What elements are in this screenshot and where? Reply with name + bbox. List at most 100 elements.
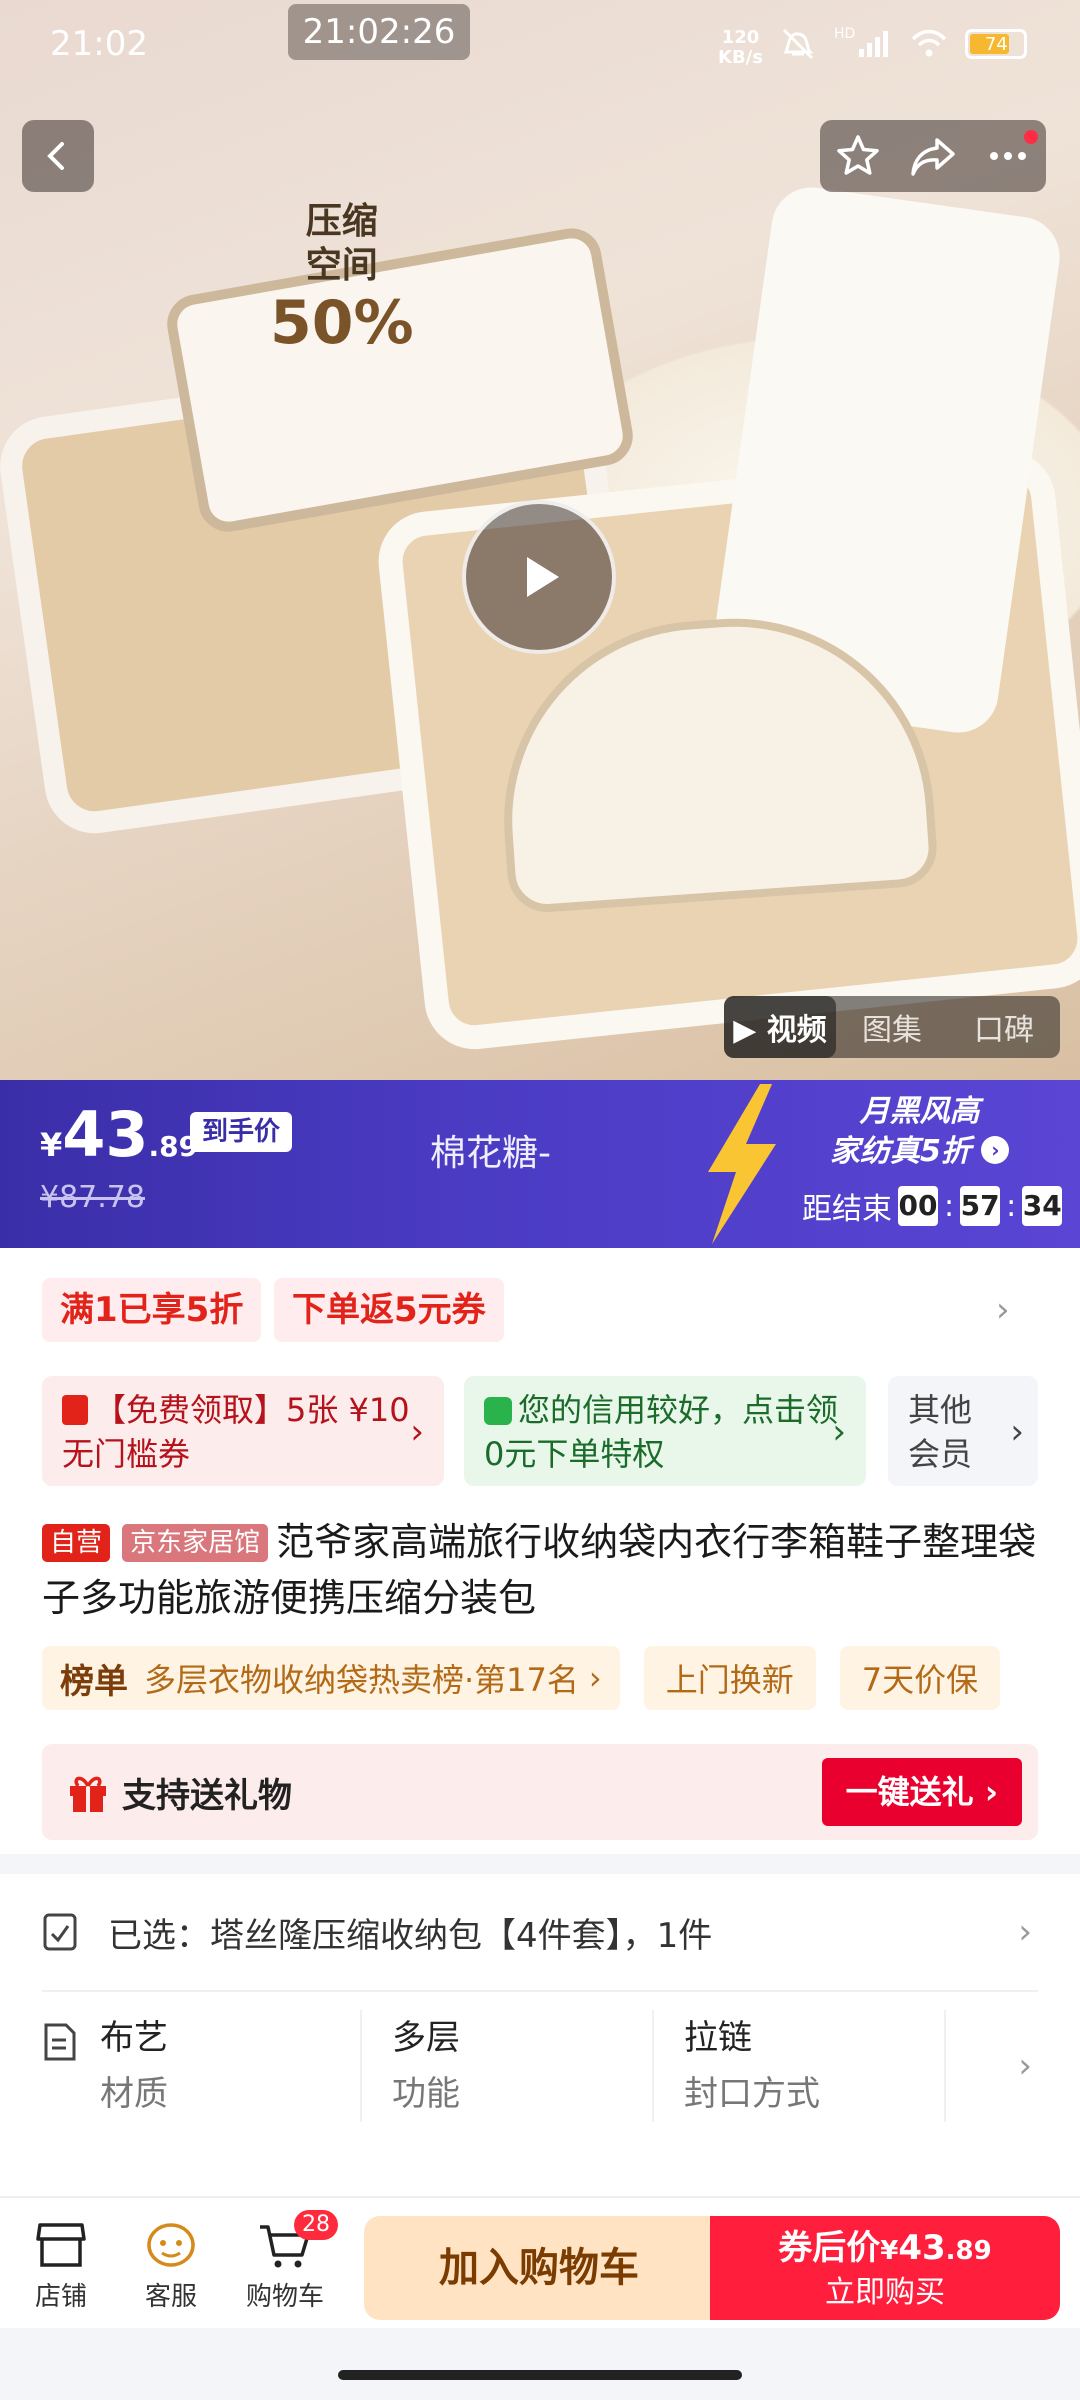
product-page: 压缩 空间 50% ▶ 视频 图集 口碑 21:02 21:02:26 120 … (0, 0, 1080, 2400)
buy-price-int: 43 (898, 2228, 946, 2268)
spec-key: 封口方式 (684, 2074, 820, 2114)
countdown: 距结束 00 : 57 : 34 (802, 1184, 1063, 1228)
cart-button[interactable]: 28 购物车 (240, 2210, 338, 2313)
hd-label: HD (834, 26, 856, 42)
spec-key: 功能 (392, 2074, 460, 2114)
checklist-icon (43, 1913, 77, 1951)
price-banner[interactable]: ¥43.89 到手价 ¥87.78 棉花糖- 月黑风高 家纺真5折 › 距结束 … (0, 1080, 1080, 1248)
document-icon (44, 2023, 76, 2061)
promo-slogan[interactable]: 月黑风高 家纺真5折 › (830, 1092, 1010, 1172)
play-icon (527, 557, 559, 597)
credit-privilege-card[interactable]: 您的信用较好，点击领0元下单特权 › (464, 1376, 866, 1486)
store-icon (36, 2223, 86, 2267)
discount-chip[interactable]: 满1已享5折 (42, 1278, 262, 1342)
gift-row[interactable]: 支持送礼物 一键送礼 › (42, 1744, 1038, 1840)
promo-line1: 月黑风高 (859, 1094, 980, 1129)
store-tag[interactable]: 京东家居馆 (122, 1524, 269, 1562)
play-video-button[interactable] (462, 500, 616, 654)
price-tag: 到手价 (190, 1112, 293, 1152)
battery-icon: 74 (965, 29, 1028, 59)
add-to-cart-button[interactable]: 加入购物车 (364, 2216, 714, 2320)
net-speed: 120 KB/s (718, 28, 763, 68)
wifi-icon (912, 29, 947, 57)
send-gift-button[interactable]: 一键送礼 › (821, 1758, 1022, 1826)
chevron-right-circle-icon: › (981, 1136, 1010, 1164)
ranking-text: 多层衣物收纳袋热卖榜·第17名 (144, 1661, 579, 1699)
service-button[interactable]: 客服 (126, 2216, 216, 2313)
free-coupon-card[interactable]: 【免费领取】5张 ¥10无门槛券 › (42, 1376, 444, 1486)
chevron-right-icon[interactable]: › (996, 1290, 1010, 1330)
chevron-right-icon: › (588, 1659, 602, 1697)
star-icon[interactable] (834, 132, 882, 180)
rank-row: 榜单 多层衣物收纳袋热卖榜·第17名 › 上门换新 7天价保 (42, 1646, 1001, 1710)
promo-line2-wrap: 家纺真5折 › (830, 1132, 1010, 1172)
selection-section: 已选：塔丝隆压缩收纳包【4件套】，1件 › 布艺 材质 多层 功能 拉链 封口方… (0, 1874, 1080, 2200)
countdown-sep: : (944, 1188, 955, 1224)
product-hero-image[interactable]: 压缩 空间 50% ▶ 视频 图集 口碑 (0, 0, 1080, 1080)
battery-percent: 74 (984, 33, 1008, 55)
countdown-minutes: 57 (960, 1186, 1001, 1226)
coupon-return-chip[interactable]: 下单返5元券 (274, 1278, 504, 1342)
send-gift-label: 一键送礼 (845, 1773, 974, 1811)
spec-closure: 拉链 封口方式 (654, 2010, 946, 2122)
price-currency: ¥ (40, 1126, 63, 1164)
mute-icon (782, 28, 814, 60)
home-exchange-pill[interactable]: 上门换新 (643, 1646, 816, 1710)
product-title-row: 自营 京东家居馆 范爷家高端旅行收纳袋内衣行李箱鞋子整理袋子多功能旅游便携压缩分装… (42, 1514, 1042, 1626)
spec-key: 材质 (100, 2074, 168, 2114)
chevron-right-icon: › (1018, 2046, 1032, 2086)
gift-icon (70, 1776, 106, 1812)
status-clock: 21:02:26 (288, 4, 470, 60)
tab-video[interactable]: ▶ 视频 (724, 996, 836, 1058)
countdown-hours: 00 (898, 1186, 938, 1226)
tab-gallery[interactable]: 图集 (836, 996, 948, 1058)
price-integer: 43 (62, 1098, 149, 1171)
status-time: 21:02 (50, 24, 148, 64)
coupon-icon (62, 1395, 88, 1425)
top-actions (820, 120, 1046, 192)
back-button[interactable] (22, 120, 94, 192)
price-protect-pill[interactable]: 7天价保 (839, 1646, 1001, 1710)
status-bar: 21:02 21:02:26 120 KB/s HD 74 (0, 0, 1080, 90)
cart-label: 购物车 (245, 2282, 324, 2312)
home-indicator[interactable] (338, 2370, 742, 2380)
credit-privilege-text: 您的信用较好，点击领0元下单特权 (484, 1391, 839, 1473)
buy-now-button[interactable]: 券后价¥43.89 立即购买 (710, 2216, 1060, 2320)
lightning-icon (708, 1084, 776, 1244)
badge-percent: 50% (270, 288, 414, 358)
original-price: ¥87.78 (40, 1180, 145, 1215)
net-speed-value: 120 (721, 27, 760, 48)
selected-variant-row[interactable]: 已选：塔丝隆压缩收纳包【4件套】，1件 › (42, 1874, 1038, 1992)
buy-currency: ¥ (880, 2236, 899, 2266)
status-icons: HD 74 (778, 26, 1028, 62)
signal-icon (859, 31, 889, 57)
countdown-label: 距结束 (802, 1192, 892, 1227)
tab-reviews[interactable]: 口碑 (948, 996, 1060, 1058)
other-member-card[interactable]: 其他会员 › (888, 1376, 1038, 1486)
chevron-right-icon: › (984, 1773, 998, 1811)
spec-value: 拉链 (684, 2018, 752, 2058)
store-button[interactable]: 店铺 (16, 2216, 106, 2313)
bag-icon (484, 1397, 512, 1425)
cart-count-badge: 28 (294, 2210, 338, 2240)
selected-variant-text: 已选：塔丝隆压缩收纳包【4件套】，1件 (108, 1915, 713, 1956)
free-coupon-text: 【免费领取】5张 ¥10无门槛券 (62, 1391, 410, 1473)
countdown-sep: : (1006, 1188, 1017, 1224)
service-label: 客服 (144, 2282, 197, 2312)
final-price: ¥43.89 (40, 1098, 198, 1171)
spec-row[interactable]: 布艺 材质 多层 功能 拉链 封口方式 › (42, 1998, 1038, 2134)
promo-line2: 家纺真5折 (830, 1134, 971, 1169)
self-operated-tag: 自营 (42, 1524, 111, 1562)
product-info-card: 满1已享5折 下单返5元券 › 【免费领取】5张 ¥10无门槛券 › 您的信用较… (0, 1248, 1080, 1854)
other-member-text: 其他会员 (908, 1391, 973, 1473)
spec-material: 布艺 材质 (70, 2010, 362, 2122)
chevron-right-icon: › (1018, 1912, 1032, 1952)
ranking-chip[interactable]: 榜单 多层衣物收纳袋热卖榜·第17名 › (42, 1646, 620, 1710)
share-icon[interactable] (909, 132, 957, 180)
net-speed-unit: KB/s (718, 47, 763, 68)
buy-now-label: 立即购买 (825, 2275, 945, 2310)
badge-line1: 压缩 (305, 201, 378, 242)
customer-service-icon (147, 2223, 195, 2267)
store-label: 店铺 (34, 2282, 87, 2312)
countdown-seconds: 34 (1022, 1186, 1063, 1226)
